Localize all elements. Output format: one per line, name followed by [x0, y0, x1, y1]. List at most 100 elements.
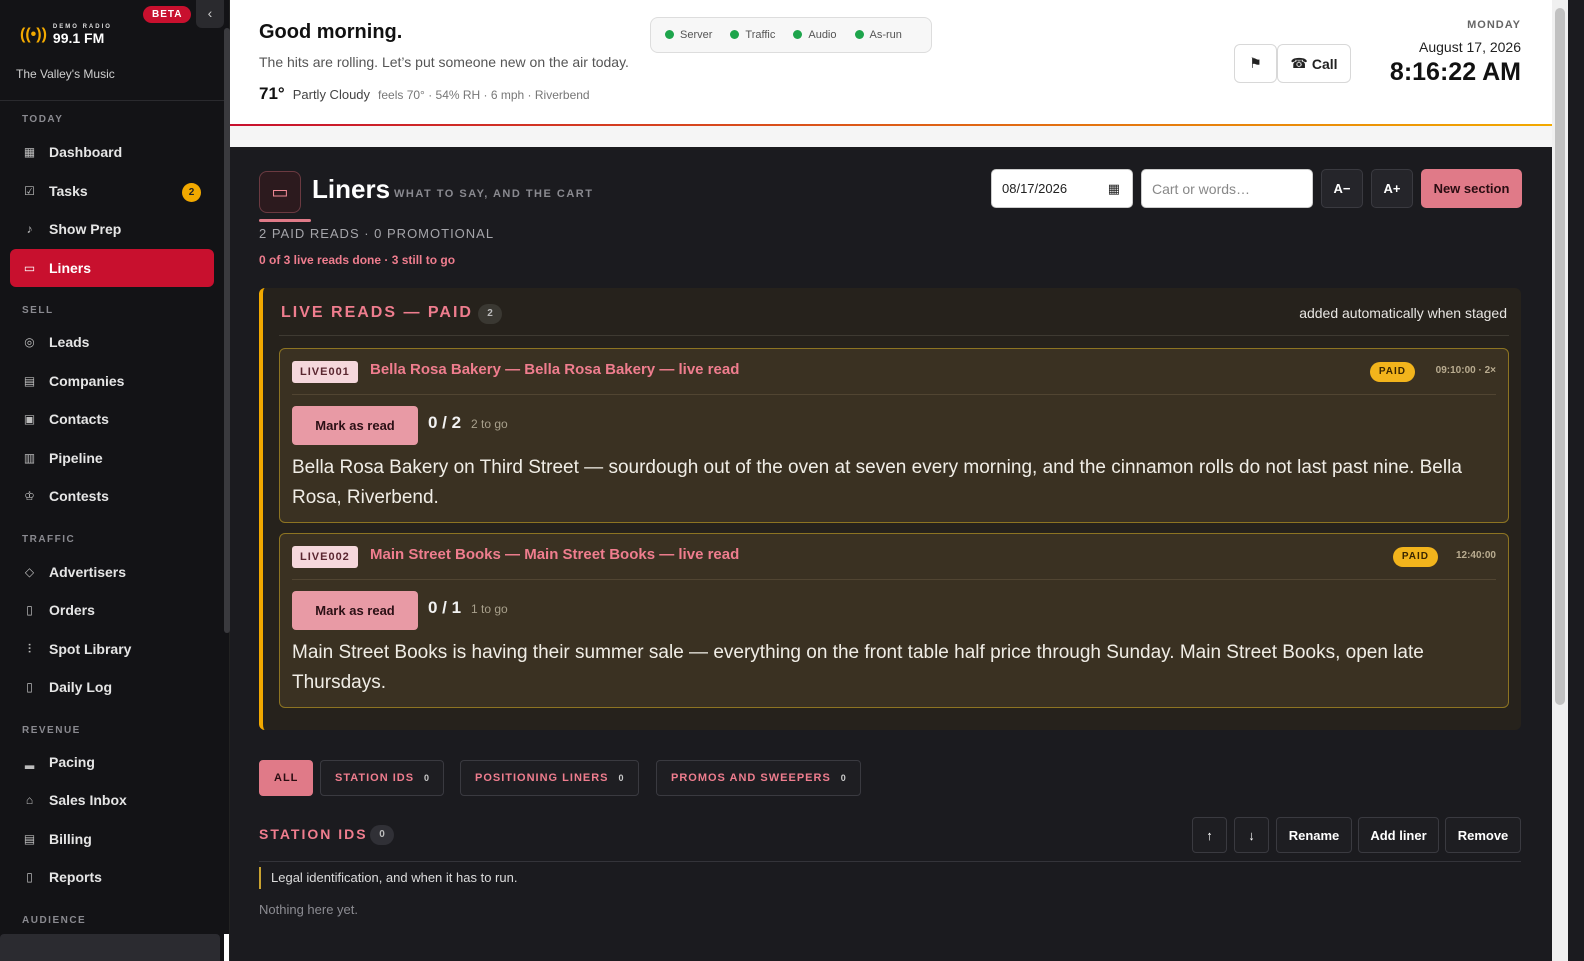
sidebar-item-label: Liners [49, 260, 92, 276]
mark-as-read-button[interactable]: Mark as read [292, 591, 418, 630]
read-title: Bella Rosa Bakery — Bella Rosa Bakery — … [370, 361, 740, 378]
divider [292, 394, 1496, 395]
status-server: Server [665, 29, 712, 41]
tag-icon: ◇ [24, 565, 35, 579]
header-spacer [230, 126, 1552, 147]
station-logo[interactable]: ((•)) DEMO RADIO 99.1 FM [20, 24, 112, 45]
tasks-count-badge: 2 [182, 183, 201, 202]
tab-all[interactable]: ALL [259, 760, 314, 796]
sidebar-item-label: Show Prep [49, 221, 122, 237]
read-to-go: 1 to go [471, 602, 508, 616]
weather: 71° Partly Cloudy feels 70° · 54% RH · 6… [259, 84, 590, 104]
flag-icon: ⚑ [1249, 55, 1262, 71]
sidebar-item-reports[interactable]: ▯ Reports [10, 858, 214, 896]
paid-summary: 2 PAID READS · 0 PROMOTIONAL [259, 226, 495, 241]
sidebar-item-dashboard[interactable]: ▦ Dashboard [10, 133, 214, 171]
tasks-icon: ☑ [24, 184, 35, 198]
sidebar-item-spot-library[interactable]: ⫶ Spot Library [10, 630, 214, 668]
chevron-left-icon: ‹ [207, 5, 213, 21]
sidebar-item-label: Tasks [49, 183, 88, 199]
date-value: 08/17/2026 [1002, 181, 1068, 196]
paid-badge: PAID [1369, 362, 1415, 382]
logo-frequency: 99.1 FM [52, 30, 105, 46]
dashboard-icon: ▦ [23, 145, 36, 159]
greeting-subtitle: The hits are rolling. Let’s put someone … [259, 54, 629, 70]
top-header: Good morning. The hits are rolling. Let’… [230, 0, 1552, 126]
add-liner-button[interactable]: Add liner [1358, 817, 1439, 853]
date-picker[interactable]: 08/17/2026 ▦ [991, 169, 1133, 208]
status-as-run: As-run [854, 29, 902, 41]
sidebar-item-pipeline[interactable]: ▥ Pipeline [10, 439, 214, 477]
divider [292, 579, 1496, 580]
scrollbar-thumb[interactable] [1555, 8, 1565, 705]
tab-positioning-liners[interactable]: POSITIONING LINERS 0 [460, 760, 639, 796]
sidebar-item-label: Spot Library [49, 641, 132, 657]
status-dot-icon [793, 30, 803, 39]
read-code: LIVE002 [292, 546, 358, 568]
call-button[interactable]: ☎ Call [1277, 44, 1351, 83]
sidebar-item-label: Sales Inbox [49, 792, 127, 808]
contact-card-icon: ▣ [23, 412, 36, 426]
tab-station-ids[interactable]: STATION IDS 0 [320, 760, 445, 796]
collapse-sidebar-button[interactable]: ‹ [196, 0, 224, 28]
chat-icon: ▭ [23, 261, 36, 275]
sidebar-item-advertisers[interactable]: ◇ Advertisers [10, 553, 214, 591]
weather-details: feels 70° · 54% RH · 6 mph · Riverbend [378, 88, 590, 102]
sidebar-item-contacts[interactable]: ▣ Contacts [10, 400, 214, 438]
station-tagline: The Valley's Music [16, 67, 115, 81]
new-section-button[interactable]: New section [1421, 169, 1522, 208]
sidebar-item-daily-log[interactable]: ▯ Daily Log [10, 668, 214, 706]
sidebar-item-billing[interactable]: ▤ Billing [10, 820, 214, 858]
calendar-icon[interactable]: ▦ [1108, 181, 1120, 197]
remove-button[interactable]: Remove [1445, 817, 1521, 853]
tab-promos-and-sweepers[interactable]: PROMOS AND SWEEPERS 0 [656, 760, 861, 796]
sidebar-item-contests[interactable]: ♔ Contests [10, 477, 214, 515]
document-icon: ▯ [26, 603, 33, 617]
sidebar-item-liners[interactable]: ▭ Liners [10, 249, 214, 287]
read-title: Main Street Books — Main Street Books — … [370, 546, 740, 563]
nav-section-traffic: TRAFFIC [22, 534, 76, 545]
greeting: Good morning. [259, 21, 403, 43]
nav-section-revenue: REVENUE [22, 725, 81, 736]
target-icon: ◎ [24, 335, 35, 349]
rename-button[interactable]: Rename [1276, 817, 1352, 853]
inbox-icon: ⌂ [25, 793, 34, 807]
read-script: Main Street Books is having their summer… [292, 642, 1424, 693]
weather-condition: Partly Cloudy [292, 87, 371, 102]
sidebar-item-show-prep[interactable]: ♪ Show Prep [10, 210, 214, 248]
nav-section-sell: SELL [22, 305, 54, 316]
paid-badge: PAID [1392, 547, 1438, 567]
sidebar-item-tasks[interactable]: ☑ Tasks 2 [10, 172, 214, 210]
sidebar-item-sales-inbox[interactable]: ⌂ Sales Inbox [10, 781, 214, 819]
sidebar-bottom-item[interactable] [0, 934, 220, 961]
flag-button[interactable]: ⚑ [1234, 44, 1277, 83]
search-input[interactable]: Cart or words… [1141, 169, 1313, 208]
font-increase-button[interactable]: A+ [1371, 169, 1413, 208]
sidebar-item-label: Contests [49, 488, 109, 504]
sidebar-item-leads[interactable]: ◎ Leads [10, 323, 214, 361]
sidebar-item-orders[interactable]: ▯ Orders [10, 591, 214, 629]
weather-temp: 71° [259, 84, 285, 103]
status-traffic: Traffic [730, 29, 775, 41]
status-audio: Audio [793, 29, 837, 41]
arrow-down-icon: ↓ [1248, 827, 1255, 843]
read-code: LIVE001 [292, 361, 358, 383]
sidebar-item-label: Contacts [49, 411, 109, 427]
page-scrollbar[interactable] [1552, 0, 1568, 961]
mark-as-read-button[interactable]: Mark as read [292, 406, 418, 445]
status-dot-icon [665, 30, 674, 39]
move-down-button[interactable]: ↓ [1234, 817, 1269, 853]
sidebar: ((•)) DEMO RADIO 99.1 FM The Valley's Mu… [0, 0, 230, 961]
current-time: 8:16:22 AM [1389, 58, 1521, 86]
move-up-button[interactable]: ↑ [1192, 817, 1227, 853]
section-description: Legal identification, and when it has to… [259, 867, 517, 889]
sidebar-item-label: Orders [49, 602, 95, 618]
audio-wave-icon: ⫶ [27, 641, 31, 656]
font-decrease-button[interactable]: A− [1321, 169, 1363, 208]
trophy-icon: ♔ [24, 489, 35, 503]
system-status: Server Traffic Audio As-run [650, 17, 932, 53]
sidebar-item-companies[interactable]: ▤ Companies [10, 362, 214, 400]
empty-state: Nothing here yet. [259, 902, 359, 917]
current-date: August 17, 2026 [1419, 39, 1521, 55]
sidebar-item-pacing[interactable]: ▂ Pacing [10, 743, 214, 781]
